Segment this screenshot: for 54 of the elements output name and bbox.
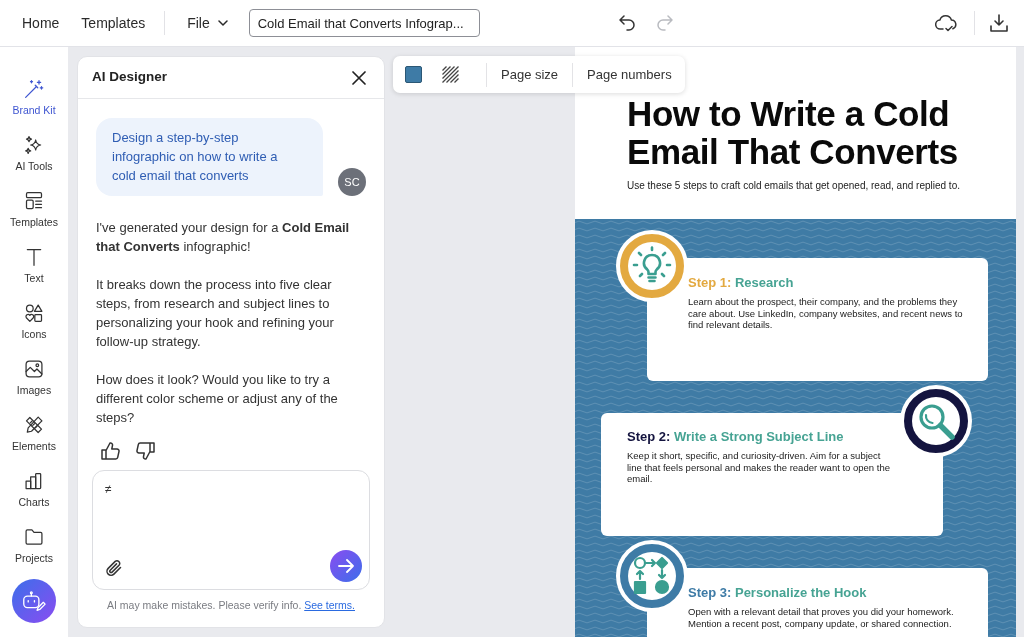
terms-link[interactable]: See terms. [304,599,355,612]
sidebar-item[interactable]: Templates [0,183,68,239]
document-title-field[interactable]: Cold Email that Converts Infograp... [248,9,480,37]
disclaimer-text: AI may make mistakes. Please verify info. See terms. [106,598,356,614]
assistant-message: I've generated your design for a Cold Email that Converts infographic! [96,219,351,256]
sidebar-item[interactable]: Icons [0,295,68,351]
sidebar-item[interactable]: Text [0,239,68,295]
nav-link[interactable]: Templates [81,12,146,34]
hatch-pattern-icon[interactable] [442,66,459,83]
toolbar-button[interactable]: Page numbers [587,64,672,85]
infographic-title: How to Write a Cold Email That Converts [627,95,959,171]
arrow-right-icon [338,559,354,574]
thumbs-up-icon[interactable] [101,442,120,460]
sidebar-item[interactable]: Images [0,351,68,407]
step-title: Step 3: Personalize the Hook [688,584,868,602]
shapes-icon [24,303,44,323]
user-message: Design a step-by-step infographic on how to write a cold email that converts [96,118,323,196]
sidebar-item[interactable]: Charts [0,463,68,519]
user-avatar: SC [338,168,366,196]
layout-icon [24,191,44,211]
infographic-subtitle: Use these 5 steps to craft cold emails that get opened, read, and replied to. [627,180,961,192]
panel-title: AI Designer [92,68,168,87]
step-title: Step 1: Research [688,274,795,292]
sidebar-item[interactable]: Projects [0,519,68,575]
cloud-saved-icon[interactable] [935,14,957,32]
step-title: Step 2: Write a Strong Subject Line [627,428,845,446]
color-swatch-icon[interactable] [405,66,422,83]
assistant-message: How does it look? Would you like to try a different color scheme or adjust any of the steps? [96,371,339,427]
step-description: Learn about the prospect, their company, and the problems they care about. Use LinkedIn, company websites, and recent news to find relevant details. [688,296,964,331]
bar-chart-icon [24,471,44,491]
step-description: Keep it short, specific, and curiosity-driven. Aim for a subject line that feels personal and makes the reader want to open the email. [627,450,891,485]
file-menu[interactable]: File [187,12,228,34]
chevron-down-icon [217,20,228,26]
paperclip-icon[interactable] [105,559,123,578]
download-button[interactable] [990,14,1008,32]
sparkles-icon [24,135,44,155]
robot-pencil-icon [22,590,46,612]
thumbs-down-icon[interactable] [136,442,155,460]
close-button[interactable] [352,70,366,85]
nav-link[interactable]: Home [22,12,60,34]
message-input-field[interactable]: ≠ [92,470,370,591]
undo-button[interactable] [618,14,637,32]
text-icon [24,247,44,267]
step-description: Open with a relevant detail that proves you did your homework. Mention a recent post, company update, or shared connection. [688,606,955,629]
sidebar-item[interactable]: Elements [0,407,68,463]
sidebar-item[interactable]: AI Tools [0,127,68,183]
pencil-ruler-icon [24,415,44,435]
toolbar-button[interactable]: Page size [501,64,559,85]
ai-assistant-button[interactable] [12,579,56,623]
sidebar-item[interactable]: Brand Kit [0,71,68,127]
assistant-message: It breaks down the process into five clear steps, from research and subject lines to personalizing your hook and refining your follow-up strategy. [96,276,335,351]
wand-icon [24,79,44,99]
folder-icon [24,527,44,547]
image-icon [24,359,44,379]
